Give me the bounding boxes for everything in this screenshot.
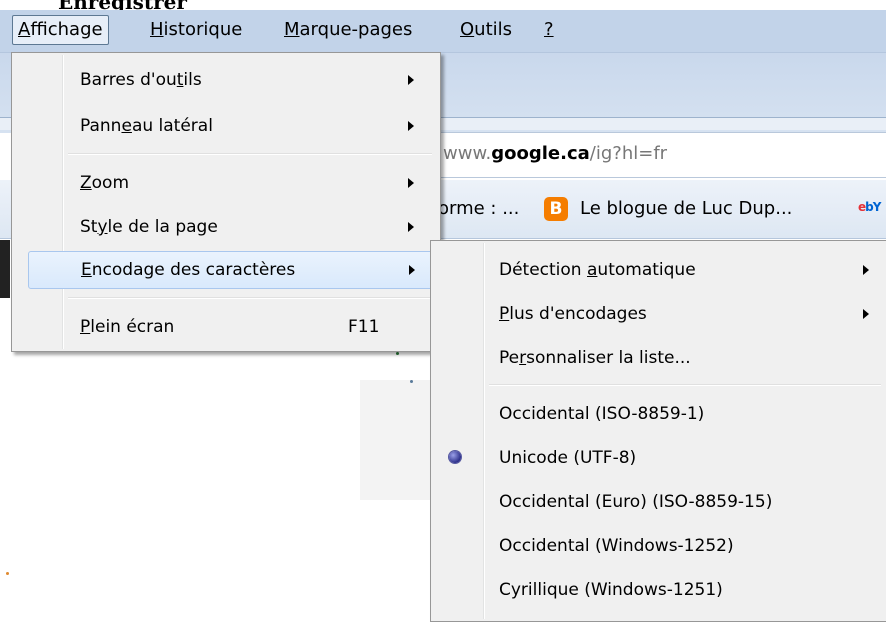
menu-bar: Affichage Historique Marque-pages Outils…: [0, 10, 886, 53]
submenu-item-personnaliser[interactable]: Personnaliser la liste...: [499, 339, 879, 377]
menu-item-plein-ecran[interactable]: Plein écran F11: [80, 308, 430, 346]
content-speck: [396, 352, 399, 355]
menu-gutter: [62, 55, 64, 349]
submenu-arrow-icon: [408, 75, 414, 85]
menu-separator: [489, 384, 881, 386]
submenu-arrow-icon: [863, 309, 869, 319]
submenu-arrow-icon: [863, 265, 869, 275]
page-edge-fragment: [0, 240, 10, 298]
submenu-arrow-icon: [409, 265, 415, 275]
top-fragment-text: Enregistrer: [58, 0, 187, 10]
menu-affichage[interactable]: Affichage: [12, 15, 109, 45]
submenu-item-iso-8859-1[interactable]: Occidental (ISO-8859-1): [499, 395, 879, 433]
menu-marque-pages[interactable]: Marque-pages: [280, 16, 416, 44]
submenu-arrow-icon: [408, 178, 414, 188]
submenu-item-detection[interactable]: Détection automatique: [499, 251, 879, 289]
submenu-item-windows-1252[interactable]: Occidental (Windows-1252): [499, 527, 879, 565]
submenu-arrow-icon: [408, 222, 414, 232]
submenu-item-iso-8859-15[interactable]: Occidental (Euro) (ISO-8859-15): [499, 483, 879, 521]
view-menu: Barres d'outils Panneau latéral Zoom Sty…: [11, 52, 441, 352]
menu-item-zoom[interactable]: Zoom: [80, 164, 430, 202]
menu-outils[interactable]: Outils: [456, 16, 516, 44]
menu-historique[interactable]: Historique: [146, 16, 246, 44]
submenu-item-utf-8[interactable]: Unicode (UTF-8): [499, 439, 879, 477]
menu-separator: [68, 153, 432, 155]
submenu-item-windows-1251[interactable]: Cyrillique (Windows-1251): [499, 571, 879, 609]
ebay-icon: ebY: [858, 200, 881, 214]
menu-gutter: [483, 243, 485, 619]
top-fragment: Enregistrer: [0, 0, 886, 10]
menu-item-barres-outils[interactable]: Barres d'outils: [80, 61, 430, 99]
shortcut-label: F11: [348, 317, 380, 337]
selected-radio-icon: [449, 451, 461, 463]
bookmark-forme[interactable]: orme : ...: [438, 198, 519, 219]
address-text[interactable]: www.google.ca/ig?hl=fr: [443, 143, 667, 164]
address-bar[interactable]: www.google.ca/ig?hl=fr: [430, 132, 886, 178]
blogger-icon: B: [544, 197, 568, 221]
menu-item-panneau-lateral[interactable]: Panneau latéral: [80, 107, 430, 145]
encoding-submenu: Détection automatique Plus d'encodages P…: [430, 240, 886, 622]
content-speck: [6, 572, 9, 575]
menu-item-encodage[interactable]: Encodage des caractères: [28, 251, 438, 289]
content-speck: [410, 380, 413, 383]
bookmark-blogue[interactable]: Le blogue de Luc Dup...: [580, 198, 792, 219]
page-content-fragment: [360, 380, 440, 500]
menu-item-style-page[interactable]: Style de la page: [80, 208, 430, 246]
menu-help[interactable]: ?: [540, 16, 558, 44]
submenu-arrow-icon: [408, 121, 414, 131]
menu-separator: [68, 297, 432, 299]
submenu-item-plus-encodages[interactable]: Plus d'encodages: [499, 295, 879, 333]
